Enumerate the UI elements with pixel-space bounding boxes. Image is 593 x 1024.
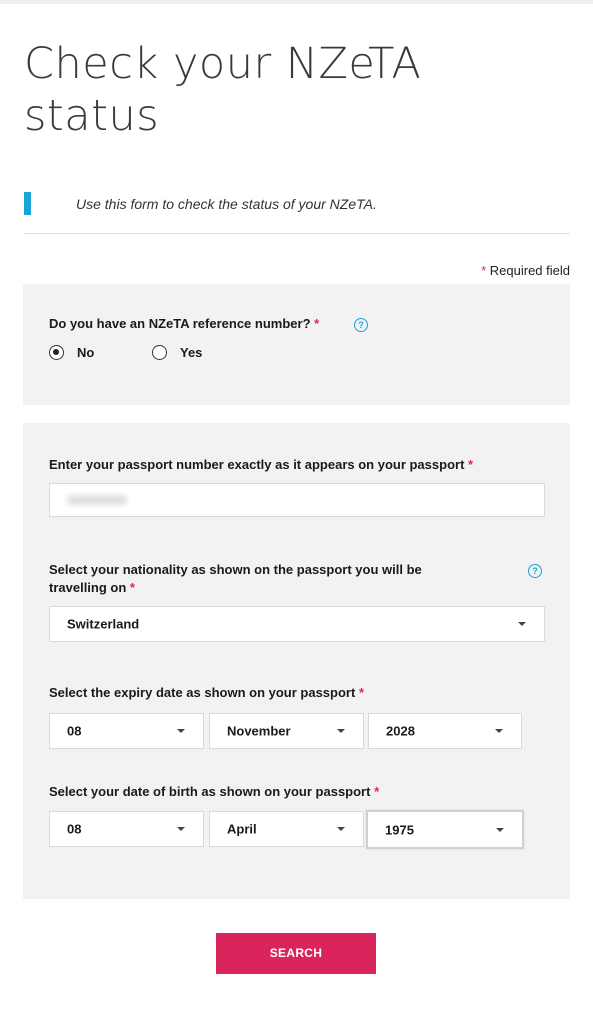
expiry-day-select[interactable]: 08 [49,713,204,749]
date-of-birth-label-text: Select your date of birth as shown on yo… [49,784,371,799]
required-star: * [129,580,135,595]
page-title: Check your NZeTA status [24,39,422,141]
dob-year-value: 1975 [385,822,414,837]
expiry-date-label-text: Select the expiry date as shown on your … [49,685,356,700]
expiry-month-select[interactable]: November [209,713,364,749]
required-star: * [374,784,380,799]
dob-month-value: April [227,821,257,837]
passport-number-label-text: Enter your passport number exactly as it… [49,457,465,472]
radio-checked-icon[interactable] [49,345,64,360]
expiry-month-value: November [227,723,291,739]
chevron-down-icon [495,729,503,733]
nationality-label: Select your nationality as shown on the … [49,561,489,597]
help-icon[interactable]: ? [528,564,542,578]
chevron-down-icon [177,827,185,831]
expiry-year-value: 2028 [386,723,415,739]
passport-details-panel: Enter your passport number exactly as it… [23,423,570,899]
radio-no[interactable]: No [49,345,94,360]
reference-question-text: Do you have an NZeTA reference number? [49,316,311,331]
reference-question-panel: Do you have an NZeTA reference number? *… [23,284,570,405]
expiry-day-value: 08 [67,723,82,739]
radio-no-label: No [77,345,95,360]
help-icon[interactable]: ? [354,318,368,332]
intro-text: Use this form to check the status of you… [76,196,377,212]
chevron-down-icon [496,827,504,832]
required-star: * [468,457,474,472]
passport-number-input[interactable]: S0000000 [49,483,545,517]
chevron-down-icon [337,729,345,733]
nationality-select[interactable]: Switzerland [49,606,545,642]
required-field-text: Required field [489,263,570,278]
required-star: * [314,316,320,331]
chevron-down-icon [177,729,185,733]
passport-number-label: Enter your passport number exactly as it… [49,456,473,474]
required-star: * [358,685,364,700]
nationality-value: Switzerland [67,616,140,632]
radio-yes-label: Yes [180,345,203,360]
info-accent-bar [24,192,31,215]
top-border [0,0,593,4]
chevron-down-icon [518,622,526,626]
dob-day-select[interactable]: 08 [49,811,204,847]
radio-yes[interactable]: Yes [152,345,202,360]
expiry-date-label: Select the expiry date as shown on your … [49,684,364,702]
nationality-label-line1: Select your nationality as shown on the … [49,562,422,577]
reference-question-label: Do you have an NZeTA reference number? * [49,315,319,333]
dob-month-select[interactable]: April [209,811,364,847]
required-field-note: * Required field [481,263,570,278]
divider [24,233,570,234]
required-star: * [481,263,487,278]
passport-number-value: S0000000 [67,492,127,508]
dob-year-select[interactable]: 1975 [366,810,524,849]
date-of-birth-label: Select your date of birth as shown on yo… [49,783,379,801]
radio-unchecked-icon[interactable] [152,345,167,360]
chevron-down-icon [337,827,345,831]
nationality-label-line2: travelling on [49,580,127,595]
search-button[interactable]: SEARCH [216,933,376,974]
dob-day-value: 08 [67,821,82,837]
expiry-year-select[interactable]: 2028 [368,713,522,749]
